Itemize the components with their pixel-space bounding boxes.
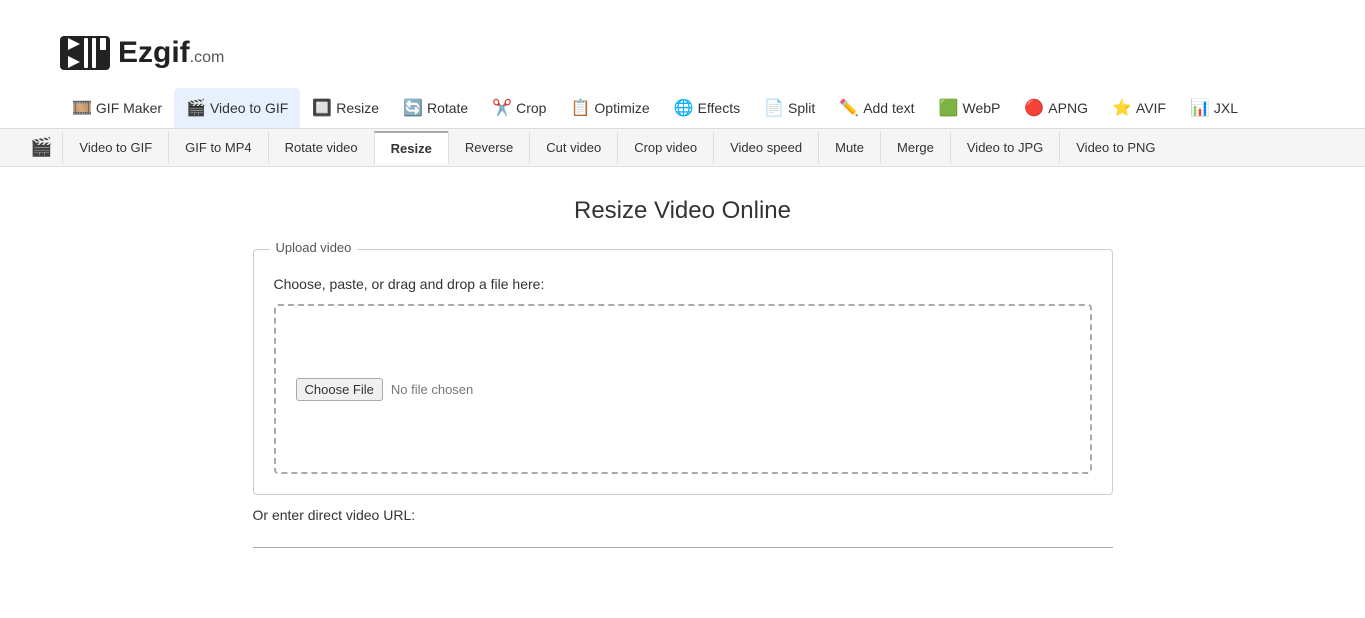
sub-nav-item-video-to-png[interactable]: Video to PNG	[1059, 132, 1171, 163]
add-text-icon: ✏️	[839, 98, 859, 118]
split-icon: 📄	[764, 98, 784, 118]
jxl-icon: 📊	[1190, 98, 1210, 118]
sub-nav-item-gif-to-mp4[interactable]: GIF to MP4	[168, 132, 267, 163]
crop-icon: ✂️	[492, 98, 512, 118]
sub-nav-item-mute[interactable]: Mute	[818, 132, 880, 163]
drop-area[interactable]: Choose File No file chosen	[274, 304, 1092, 474]
main-nav-item-webp[interactable]: 🟩WebP	[927, 88, 1013, 128]
main-nav-item-split[interactable]: 📄Split	[752, 88, 827, 128]
url-label: Or enter direct video URL:	[253, 507, 1113, 523]
logo-icon	[60, 28, 110, 78]
logo-area: Ezgif.com	[0, 18, 1365, 88]
url-input[interactable]	[253, 527, 1113, 548]
effects-icon: 🌐	[674, 98, 694, 118]
url-section: Or enter direct video URL:	[253, 507, 1113, 548]
avif-icon: ⭐	[1112, 98, 1132, 118]
gif-maker-icon: 🎞️	[72, 98, 92, 118]
main-nav-item-apng[interactable]: 🔴APNG	[1012, 88, 1100, 128]
main-content: Resize Video Online Upload video Choose,…	[0, 167, 1365, 588]
upload-legend: Upload video	[270, 240, 358, 255]
sub-nav-item-video-to-jpg[interactable]: Video to JPG	[950, 132, 1059, 163]
sub-nav: 🎬 Video to GIFGIF to MP4Rotate videoResi…	[0, 129, 1365, 167]
upload-description: Choose, paste, or drag and drop a file h…	[274, 276, 1092, 292]
main-nav-item-video-to-gif[interactable]: 🎬Video to GIF	[174, 88, 300, 128]
sub-nav-item-reverse[interactable]: Reverse	[448, 132, 529, 163]
webp-icon: 🟩	[939, 98, 959, 118]
main-nav: 🎞️GIF Maker🎬Video to GIF🔲Resize🔄Rotate✂️…	[0, 88, 1365, 129]
apng-icon: 🔴	[1024, 98, 1044, 118]
rotate-icon: 🔄	[403, 98, 423, 118]
main-nav-item-resize[interactable]: 🔲Resize	[300, 88, 391, 128]
sub-nav-item-video-to-gif[interactable]: Video to GIF	[62, 132, 168, 163]
main-nav-item-rotate[interactable]: 🔄Rotate	[391, 88, 480, 128]
sub-nav-item-merge[interactable]: Merge	[880, 132, 950, 163]
sub-nav-item-crop-video[interactable]: Crop video	[617, 132, 713, 163]
sub-nav-item-resize[interactable]: Resize	[374, 131, 448, 164]
video-icon: 🎬	[20, 129, 62, 166]
choose-file-button[interactable]: Choose File	[296, 378, 383, 401]
file-input-wrapper: Choose File No file chosen	[296, 378, 474, 401]
main-nav-item-effects[interactable]: 🌐Effects	[662, 88, 752, 128]
main-nav-item-optimize[interactable]: 📋Optimize	[558, 88, 661, 128]
main-nav-item-crop[interactable]: ✂️Crop	[480, 88, 558, 128]
no-file-label: No file chosen	[391, 382, 473, 397]
resize-icon: 🔲	[312, 98, 332, 118]
upload-box: Upload video Choose, paste, or drag and …	[253, 249, 1113, 495]
main-nav-item-gif-maker[interactable]: 🎞️GIF Maker	[60, 88, 174, 128]
sub-nav-item-rotate-video[interactable]: Rotate video	[268, 132, 374, 163]
top-bar	[0, 0, 1365, 18]
page-title: Resize Video Online	[40, 197, 1325, 225]
main-nav-item-jxl[interactable]: 📊JXL	[1178, 88, 1250, 128]
sub-nav-item-cut-video[interactable]: Cut video	[529, 132, 617, 163]
logo-text: Ezgif.com	[118, 36, 224, 70]
sub-nav-item-video-speed[interactable]: Video speed	[713, 132, 818, 163]
main-nav-item-add-text[interactable]: ✏️Add text	[827, 88, 926, 128]
main-nav-item-avif[interactable]: ⭐AVIF	[1100, 88, 1178, 128]
video-to-gif-icon: 🎬	[186, 98, 206, 118]
optimize-icon: 📋	[570, 98, 590, 118]
